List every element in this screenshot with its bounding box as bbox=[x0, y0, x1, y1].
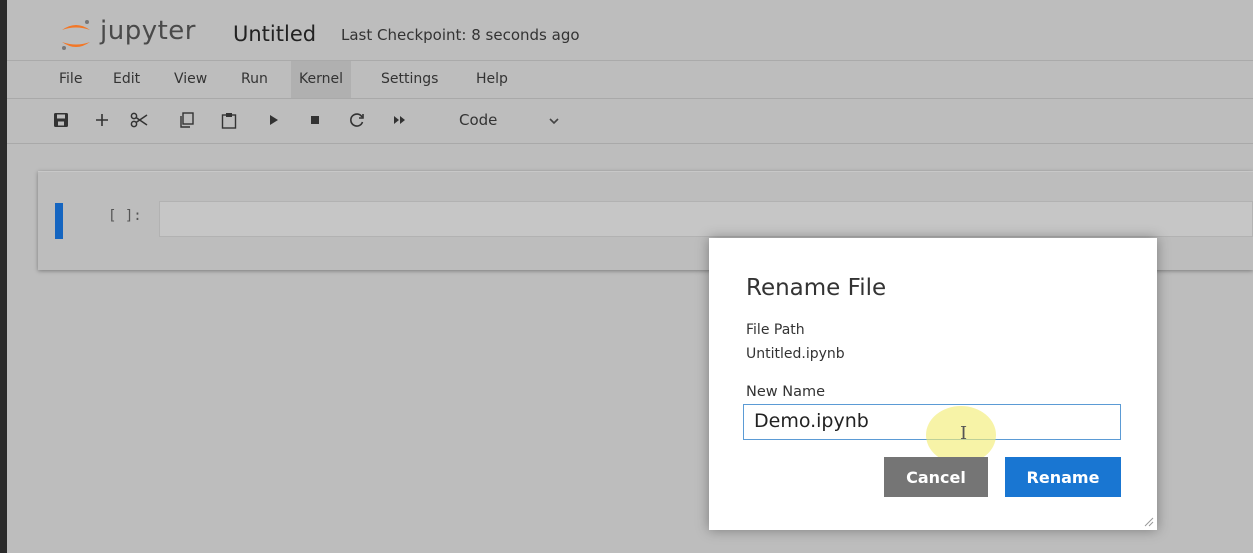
menu-settings[interactable]: Settings bbox=[373, 61, 446, 98]
save-icon[interactable] bbox=[50, 109, 72, 131]
text-cursor-icon: I bbox=[960, 423, 968, 444]
menu-help[interactable]: Help bbox=[468, 61, 516, 98]
chevron-down-icon[interactable] bbox=[548, 116, 560, 126]
resize-grip-icon[interactable] bbox=[1142, 515, 1154, 527]
cell-type-select[interactable]: Code bbox=[459, 111, 497, 129]
cell-prompt: [ ]: bbox=[108, 208, 142, 224]
copy-icon[interactable] bbox=[175, 109, 197, 131]
stop-icon[interactable] bbox=[304, 109, 326, 131]
run-icon[interactable] bbox=[263, 109, 285, 131]
toolbar: Code bbox=[7, 99, 1253, 144]
cut-icon[interactable] bbox=[128, 109, 150, 131]
jupyter-logo-icon bbox=[62, 20, 90, 50]
menu-run[interactable]: Run bbox=[233, 61, 276, 98]
logo-text: jupyter bbox=[100, 16, 196, 46]
file-path-label: File Path bbox=[746, 322, 805, 338]
cancel-button[interactable]: Cancel bbox=[884, 457, 988, 497]
restart-icon[interactable] bbox=[346, 109, 368, 131]
header: jupyter Untitled Last Checkpoint: 8 seco… bbox=[7, 0, 1253, 61]
menu-bar: File Edit View Run Kernel Settings Help bbox=[7, 61, 1253, 99]
dialog-title: Rename File bbox=[746, 275, 887, 301]
cell-code-input[interactable] bbox=[159, 201, 1253, 237]
paste-icon[interactable] bbox=[218, 109, 240, 131]
menu-view[interactable]: View bbox=[166, 61, 215, 98]
menu-file[interactable]: File bbox=[51, 61, 90, 98]
left-edge-bar bbox=[0, 0, 7, 553]
fast-forward-icon[interactable] bbox=[389, 109, 411, 131]
menu-kernel[interactable]: Kernel bbox=[291, 61, 351, 98]
rename-button[interactable]: Rename bbox=[1005, 457, 1121, 497]
file-path-value: Untitled.ipynb bbox=[746, 346, 845, 362]
cell-active-marker bbox=[55, 203, 63, 239]
add-cell-icon[interactable] bbox=[91, 109, 113, 131]
rename-file-dialog: Rename File File Path Untitled.ipynb New… bbox=[709, 238, 1157, 530]
notebook-title[interactable]: Untitled bbox=[233, 22, 316, 46]
menu-edit[interactable]: Edit bbox=[105, 61, 148, 98]
checkpoint-status: Last Checkpoint: 8 seconds ago bbox=[341, 26, 580, 44]
new-name-label: New Name bbox=[746, 384, 826, 400]
